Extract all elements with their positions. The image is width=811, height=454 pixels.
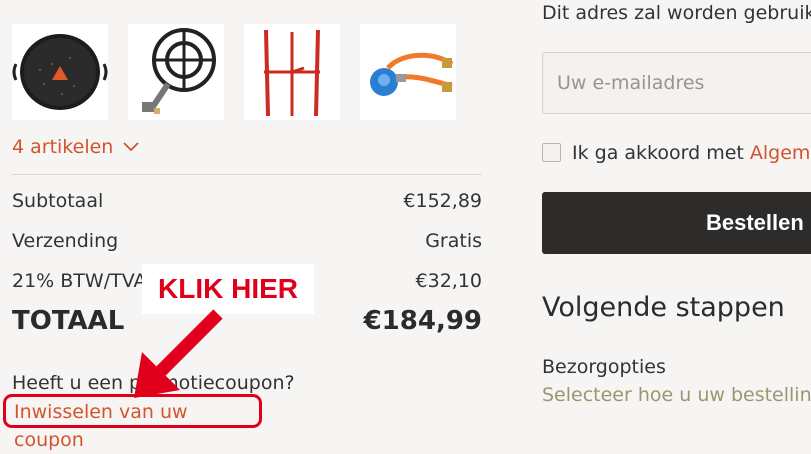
email-field[interactable] (542, 52, 811, 114)
product-thumbnail-paella-pan[interactable] (12, 24, 108, 120)
items-toggle-label: 4 artikelen (12, 136, 114, 158)
divider (12, 174, 482, 175)
vat-value: €32,10 (415, 270, 482, 292)
chevron-down-icon (123, 142, 139, 152)
product-thumbnail-gas-burner[interactable] (128, 24, 224, 120)
address-notice: Dit adres zal worden gebruikt (542, 2, 811, 24)
product-thumbnail-gas-regulator[interactable] (360, 24, 456, 120)
shipping-value: Gratis (425, 230, 482, 252)
terms-prefix: Ik ga akkoord met (572, 142, 750, 164)
subtotal-label: Subtotaal (12, 190, 104, 212)
gas-regulator-hose-icon (370, 52, 454, 96)
delivery-options-label: Bezorgopties (542, 356, 666, 378)
red-arrow-icon (134, 309, 223, 398)
items-toggle[interactable]: 4 artikelen (12, 134, 139, 160)
shipping-label: Verzending (12, 230, 119, 252)
paella-pan-icon (12, 34, 108, 110)
product-thumbnail-burner-stand[interactable] (244, 24, 340, 120)
total-value: €184,99 (363, 306, 482, 336)
terms-link[interactable]: Algemene (750, 142, 811, 164)
next-steps-title: Volgende stappen (542, 292, 785, 323)
burner-stand-icon (264, 29, 320, 117)
subtotal-value: €152,89 (403, 190, 482, 212)
vat-label: 21% BTW/TVA (12, 270, 147, 292)
terms-text: Ik ga akkoord met Algemene (572, 142, 811, 164)
click-here-callout: KLIK HIER (142, 264, 314, 314)
order-button[interactable]: Bestellen (542, 192, 811, 254)
total-label: TOTAAL (12, 306, 125, 336)
terms-checkbox[interactable] (542, 143, 561, 162)
delivery-options-hint: Selecteer hoe u uw bestelling (542, 384, 811, 406)
gas-burner-icon (142, 28, 216, 114)
